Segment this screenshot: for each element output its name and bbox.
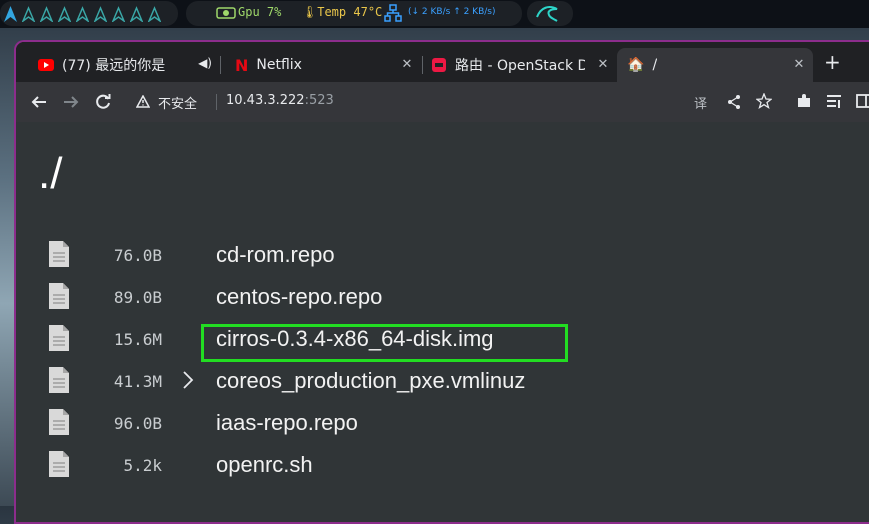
divider [216, 94, 217, 110]
mouse-cursor-icon [183, 371, 194, 389]
tab-openstack[interactable]: 路由 - OpenStack D ✕ [423, 48, 617, 82]
workspace-icon[interactable] [40, 6, 53, 22]
file-row[interactable]: 96.0B iaas-repo.repo [16, 408, 869, 448]
side-panel-icon[interactable] [856, 93, 869, 109]
gpu-usage: Gpu 7% [238, 5, 282, 19]
file-size: 5.2k [123, 456, 162, 475]
file-size: 76.0B [113, 246, 162, 265]
browser-window: (77) 最远的你是 ◀) N Netflix ✕ 路由 - OpenStack… [14, 40, 869, 524]
workspace-icon[interactable] [112, 6, 125, 22]
extensions-icon[interactable] [796, 93, 812, 109]
file-link[interactable]: centos-repo.repo [216, 284, 382, 310]
workspace-list [4, 4, 161, 24]
tab-title: Netflix [256, 57, 302, 73]
file-link[interactable]: coreos_production_pxe.vmlinuz [216, 368, 525, 394]
workspace-icon[interactable] [148, 6, 161, 22]
workspace-icon[interactable] [76, 6, 89, 22]
address-bar[interactable]: 不安全 10.43.3.222:523 [126, 87, 786, 117]
file-link[interactable]: openrc.sh [216, 452, 313, 478]
thermometer-icon: 🌡 [302, 5, 318, 19]
network-icon [384, 4, 402, 22]
file-size: 41.3M [113, 372, 162, 391]
workspace-icon[interactable] [94, 6, 107, 22]
tab-title: (77) 最远的你是 [62, 58, 166, 74]
temperature: 🌡Temp 47°C [302, 5, 383, 19]
reload-icon[interactable] [94, 93, 112, 111]
close-icon[interactable]: ✕ [791, 57, 807, 73]
workspace-icon[interactable] [58, 6, 71, 22]
back-icon[interactable] [30, 93, 48, 111]
file-row[interactable]: 89.0B centos-repo.repo [16, 282, 869, 322]
bookmark-star-icon[interactable] [756, 93, 772, 109]
file-icon [49, 241, 69, 267]
insecure-label: 不安全 [158, 97, 198, 112]
arch-icon[interactable] [4, 6, 17, 22]
netflix-icon: N [235, 55, 249, 75]
page-title: ./ [38, 149, 63, 198]
forward-icon[interactable] [62, 93, 80, 111]
workspace-icon[interactable] [130, 6, 143, 22]
folder-home-icon: 🏠 [627, 57, 645, 73]
file-icon [49, 451, 69, 477]
translate-icon[interactable]: 译 [694, 93, 707, 112]
tab-youtube[interactable]: (77) 最远的你是 ◀) [26, 48, 218, 82]
speaker-icon[interactable]: ◀) [198, 56, 212, 70]
close-icon[interactable]: ✕ [399, 57, 415, 73]
file-size: 15.6M [113, 330, 162, 349]
selection-highlight-box [201, 324, 568, 362]
tab-title: 路由 - OpenStack D [455, 58, 585, 74]
reading-list-icon[interactable] [826, 93, 842, 109]
tab-title: / [652, 57, 658, 73]
tab-directory[interactable]: 🏠 / ✕ [617, 48, 813, 82]
file-row[interactable]: 5.2k openrc.sh [16, 450, 869, 490]
kali-dragon-icon[interactable] [535, 3, 559, 23]
file-icon [49, 367, 69, 393]
file-icon [49, 283, 69, 309]
page-content: ./ 76.0B cd-rom.repo 89.0B centos-repo.r… [16, 122, 869, 522]
openstack-icon [432, 58, 446, 72]
share-icon[interactable] [726, 94, 742, 110]
system-bar: Gpu 7% 🌡Temp 47°C (↓ 2 KB/s ↑ 2 KB/s) [0, 0, 869, 28]
tab-strip: (77) 最远的你是 ◀) N Netflix ✕ 路由 - OpenStack… [16, 42, 869, 82]
file-row[interactable]: 76.0B cd-rom.repo [16, 240, 869, 280]
url-text[interactable]: 10.43.3.222:523 [226, 93, 334, 108]
close-icon[interactable]: ✕ [595, 57, 611, 73]
workspace-icon[interactable] [22, 6, 35, 22]
warning-icon[interactable] [136, 95, 150, 108]
tab-netflix[interactable]: N Netflix ✕ [221, 48, 421, 82]
file-row[interactable]: 41.3M coreos_production_pxe.vmlinuz [16, 366, 869, 406]
file-icon [49, 409, 69, 435]
file-size: 96.0B [113, 414, 162, 433]
gpu-icon [216, 7, 236, 19]
file-size: 89.0B [113, 288, 162, 307]
youtube-icon [38, 59, 54, 71]
file-link[interactable]: iaas-repo.repo [216, 410, 358, 436]
file-link[interactable]: cd-rom.repo [216, 242, 335, 268]
toolbar: 不安全 10.43.3.222:523 译 [16, 82, 869, 122]
file-icon [49, 325, 69, 351]
network-speed: (↓ 2 KB/s ↑ 2 KB/s) [408, 7, 496, 17]
new-tab-button[interactable]: + [824, 52, 841, 72]
